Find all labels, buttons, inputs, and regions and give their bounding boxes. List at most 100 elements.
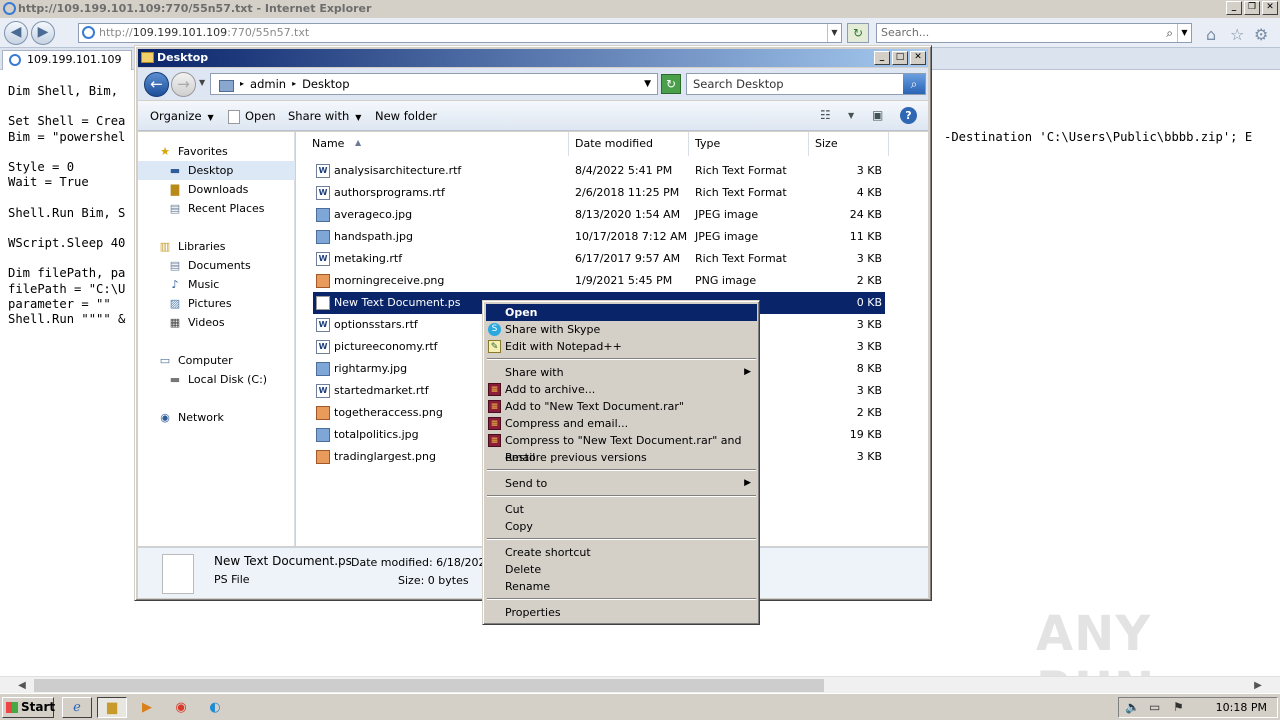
taskbar-chrome-icon[interactable]: ◉ (166, 697, 196, 718)
change-view-icon[interactable]: ☷ (820, 108, 831, 122)
horizontal-scrollbar[interactable]: ◀ ▶ (0, 676, 1280, 693)
menu-compress-email[interactable]: ≡ Compress and email... (486, 415, 757, 432)
settings-gear-icon[interactable]: ⚙ (1254, 25, 1268, 44)
nav-network[interactable]: ◉ Network (138, 408, 295, 427)
ie-refresh-button[interactable]: ↻ (847, 23, 869, 43)
search-icon[interactable]: ⌕ (903, 74, 925, 94)
ie-back-button[interactable]: ◀ (4, 21, 28, 45)
nav-recent-places[interactable]: ▤ Recent Places (138, 199, 295, 218)
explorer-refresh-button[interactable]: ↻ (661, 74, 681, 94)
breadcrumb-admin[interactable]: admin (250, 74, 286, 94)
preview-pane-icon[interactable]: ▣ (872, 108, 883, 122)
menu-add-archive[interactable]: ≡ Add to archive... (486, 381, 757, 398)
taskbar-ie-icon[interactable]: ℯ (62, 697, 92, 718)
menu-rename[interactable]: Rename (486, 578, 757, 595)
menu-edit-notepad-label: Edit with Notepad++ (505, 340, 622, 353)
menu-share-skype[interactable]: S Share with Skype (486, 321, 757, 338)
menu-cut[interactable]: Cut (486, 501, 757, 518)
breadcrumb-desktop[interactable]: Desktop (302, 74, 349, 94)
file-row[interactable]: morningreceive.png 1/9/2021 5:45 PM PNG im… (313, 270, 885, 292)
home-icon[interactable]: ⌂ (1206, 25, 1216, 44)
new-folder-button[interactable]: New folder (375, 101, 437, 131)
column-header-date[interactable]: Date modified (569, 132, 689, 156)
menu-create-shortcut-label: Create shortcut (505, 546, 591, 559)
close-button[interactable]: ✕ (1262, 1, 1278, 15)
nav-documents[interactable]: ▤ Documents (138, 256, 295, 275)
menu-open-label: Open (505, 306, 538, 319)
file-date: 2/6/2018 11:25 PM (575, 186, 680, 199)
taskbar-media-player-icon[interactable]: ▶ (132, 697, 162, 718)
address-dropdown-icon[interactable]: ▼ (827, 24, 841, 42)
scroll-thumb[interactable] (34, 679, 824, 692)
column-header-size[interactable]: Size (809, 132, 889, 156)
menu-properties[interactable]: Properties (486, 604, 757, 621)
file-row[interactable]: Wauthorsprograms.rtf 2/6/2018 11:25 PM Ric… (313, 182, 885, 204)
file-row[interactable]: Wmetaking.rtf 6/17/2017 9:57 AM Rich Text … (313, 248, 885, 270)
menu-edit-notepad[interactable]: ✎ Edit with Notepad++ (486, 338, 757, 355)
open-button[interactable]: Open (228, 101, 276, 131)
menu-open[interactable]: Open (486, 304, 757, 321)
menu-send-to-label: Send to (505, 477, 548, 490)
address-dropdown-icon[interactable]: ▼ (644, 74, 651, 94)
file-row[interactable]: Wanalysisarchitecture.rtf 8/4/2022 5:41 P… (313, 160, 885, 182)
menu-add-rar[interactable]: ≡ Add to "New Text Document.rar" (486, 398, 757, 415)
taskbar-edge-icon[interactable]: ◐ (200, 697, 230, 718)
search-dropdown-icon[interactable]: ▼ (1177, 24, 1191, 42)
nav-desktop[interactable]: ▬ Desktop (138, 161, 295, 180)
nav-music[interactable]: ♪ Music (138, 275, 295, 294)
breadcrumb-chevron-icon[interactable]: ▸ (240, 74, 244, 94)
network-tray-icon[interactable]: ▭ (1149, 698, 1160, 717)
ie-forward-button[interactable]: ▶ (31, 21, 55, 45)
ie-search-box[interactable]: Search... ⌕ ▼ (876, 23, 1192, 43)
menu-delete[interactable]: Delete (486, 561, 757, 578)
menu-copy[interactable]: Copy (486, 518, 757, 535)
scroll-right-icon[interactable]: ▶ (1250, 678, 1266, 693)
flag-tray-icon[interactable]: ⚑ (1173, 698, 1184, 717)
nav-computer[interactable]: ▭ Computer (138, 351, 295, 370)
explorer-forward-button[interactable]: → (171, 72, 196, 97)
nav-favorites[interactable]: ★ Favorites (138, 142, 295, 161)
menu-share-with[interactable]: Share with ▶ (486, 364, 757, 381)
file-row[interactable]: averageco.jpg 8/13/2020 1:54 AM JPEG image… (313, 204, 885, 226)
explorer-close-button[interactable]: ✕ (910, 51, 926, 65)
recent-pages-dropdown-icon[interactable]: ▼ (199, 78, 205, 87)
nav-pictures[interactable]: ▨ Pictures (138, 294, 295, 313)
file-type: JPEG image (695, 230, 759, 243)
restore-button[interactable]: ❐ (1244, 1, 1260, 15)
nav-libraries[interactable]: ▥ Libraries (138, 237, 295, 256)
minimize-button[interactable]: _ (1226, 1, 1242, 15)
nav-local-disk[interactable]: ▬ Local Disk (C:) (138, 370, 295, 389)
column-header-name[interactable]: Name ▲ (306, 132, 569, 156)
explorer-search-box[interactable]: Search Desktop ⌕ (686, 73, 926, 95)
taskbar-explorer-icon[interactable]: ▆ (97, 697, 127, 718)
start-button[interactable]: Start (2, 697, 55, 718)
column-header-type[interactable]: Type (689, 132, 809, 156)
scroll-left-icon[interactable]: ◀ (14, 678, 30, 693)
search-icon[interactable]: ⌕ (1166, 24, 1173, 42)
menu-send-to[interactable]: Send to ▶ (486, 475, 757, 492)
favorites-star-icon[interactable]: ☆ (1230, 25, 1244, 44)
explorer-minimize-button[interactable]: _ (874, 51, 890, 65)
explorer-maximize-button[interactable]: □ (892, 51, 908, 65)
music-icon: ♪ (171, 278, 179, 291)
file-name: tradinglargest.png (334, 450, 436, 463)
menu-restore-versions[interactable]: Restore previous versions (486, 449, 757, 466)
file-row[interactable]: handspath.jpg 10/17/2018 7:12 AM JPEG imag… (313, 226, 885, 248)
ie-tab[interactable]: 109.199.101.109 (2, 50, 132, 70)
explorer-address-bar[interactable]: ▸ admin ▸ Desktop ▼ (210, 73, 658, 95)
breadcrumb-chevron-icon[interactable]: ▸ (292, 74, 296, 94)
ie-address-bar[interactable]: http://109.199.101.109:770/55n57.txt ▼ (78, 23, 842, 43)
share-with-button[interactable]: Share with ▼ (288, 101, 361, 131)
taskbar-clock[interactable]: 10:18 PM (1216, 698, 1267, 717)
address-path: :770/55n57.txt (227, 26, 310, 39)
organize-button[interactable]: Organize ▼ (150, 101, 214, 131)
menu-create-shortcut[interactable]: Create shortcut (486, 544, 757, 561)
view-dropdown-icon[interactable]: ▼ (848, 111, 854, 120)
taskbar: Start ℯ ▆ ▶ ◉ ◐ 🔈 ▭ ⚑ 10:18 PM (0, 693, 1280, 720)
help-icon[interactable]: ? (900, 107, 917, 124)
menu-compress-rar-email[interactable]: ≡ Compress to "New Text Document.rar" and… (486, 432, 757, 464)
volume-icon[interactable]: 🔈 (1125, 698, 1140, 717)
nav-videos[interactable]: ▦ Videos (138, 313, 295, 332)
explorer-back-button[interactable]: ← (144, 72, 169, 97)
nav-downloads[interactable]: ▇ Downloads (138, 180, 295, 199)
